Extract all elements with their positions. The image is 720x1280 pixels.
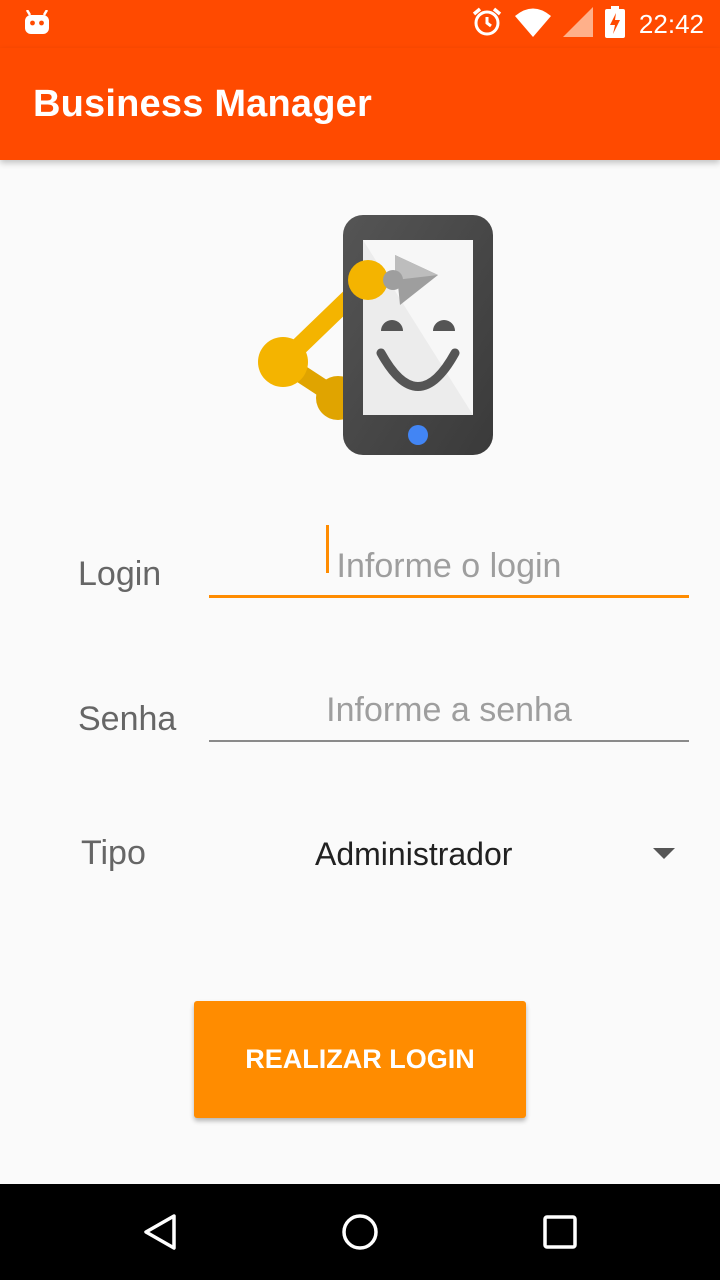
wifi-icon: [514, 7, 551, 42]
login-label: Login: [78, 555, 162, 593]
recents-icon[interactable]: [536, 1208, 584, 1256]
status-time: 22:42: [638, 8, 704, 39]
android-debug-icon: [24, 9, 50, 41]
dropdown-arrow-icon: [653, 848, 675, 859]
back-icon[interactable]: [136, 1208, 184, 1256]
login-button[interactable]: REALIZAR LOGIN: [194, 1001, 526, 1118]
status-bar: 22:42: [0, 0, 720, 48]
tipo-spinner[interactable]: Administrador: [209, 818, 689, 888]
senha-label: Senha: [78, 700, 177, 738]
navigation-bar: [0, 1184, 720, 1280]
senha-input[interactable]: [209, 682, 689, 738]
app-bar: Business Manager: [0, 48, 720, 160]
cell-signal-icon: [562, 6, 593, 42]
alarm-icon: [471, 6, 503, 43]
tipo-selected-value: Administrador: [315, 836, 513, 872]
login-field: [209, 525, 689, 598]
text-caret: [326, 525, 329, 573]
senha-underline: [209, 740, 689, 742]
app-title: Business Manager: [33, 83, 372, 125]
app-logo: [250, 210, 500, 460]
home-icon[interactable]: [336, 1208, 384, 1256]
login-input[interactable]: [209, 538, 689, 594]
login-screen: 22:42 Business Manager Login Informe o l…: [0, 0, 720, 1280]
tipo-label: Tipo: [81, 834, 146, 872]
login-underline: [209, 595, 689, 598]
battery-charging-icon: [604, 5, 625, 43]
senha-field: [209, 682, 689, 742]
